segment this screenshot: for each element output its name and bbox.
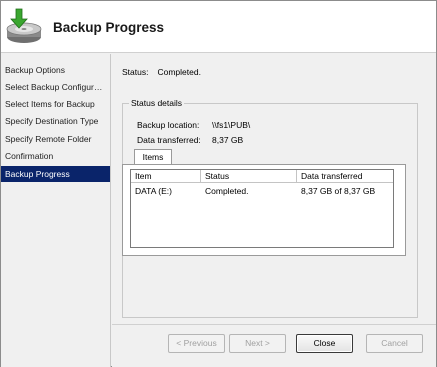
page-title: Backup Progress — [53, 20, 165, 35]
data-transferred-value: 8,37 GB — [212, 135, 244, 145]
items-table[interactable]: Item Status Data transferred DATA (E:) C… — [130, 169, 394, 248]
backup-drive-icon — [4, 7, 46, 47]
main-content: Status: Completed. Status details Backup … — [112, 54, 436, 324]
previous-button[interactable]: < Previous — [168, 334, 225, 353]
backup-location-value: \\fs1\PUB\ — [212, 120, 251, 130]
close-button[interactable]: Close — [296, 334, 353, 353]
step-select-items-for-backup[interactable]: Select Items for Backup — [1, 96, 110, 112]
cell-status: Completed. — [205, 186, 249, 196]
backup-location-label: Backup location: — [137, 120, 200, 130]
column-header-item[interactable]: Item — [131, 170, 201, 183]
status-label: Status: — [122, 67, 149, 77]
column-header-data-transferred[interactable]: Data transferred — [297, 170, 393, 183]
step-backup-progress[interactable]: Backup Progress — [1, 166, 110, 182]
cell-item: DATA (E:) — [135, 186, 172, 196]
step-select-backup-configuration[interactable]: Select Backup Configur… — [1, 79, 110, 95]
step-backup-options[interactable]: Backup Options — [1, 62, 110, 78]
tab-items[interactable]: Items — [134, 149, 172, 164]
step-specify-remote-folder[interactable]: Specify Remote Folder — [1, 131, 110, 147]
wizard-header: Backup Progress — [1, 1, 436, 53]
column-header-status[interactable]: Status — [201, 170, 297, 183]
cell-data-transferred: 8,37 GB of 8,37 GB — [301, 186, 376, 196]
status-line: Status: Completed. — [122, 67, 201, 77]
cancel-button[interactable]: Cancel — [366, 334, 423, 353]
wizard-steps-sidebar: Backup Options Select Backup Configur… S… — [1, 54, 111, 367]
data-transferred-label: Data transferred: — [137, 135, 201, 145]
wizard-footer: < Previous Next > Close Cancel — [112, 324, 436, 367]
backup-wizard-window: Backup Progress Backup Options Select Ba… — [0, 0, 437, 367]
step-specify-destination-type[interactable]: Specify Destination Type — [1, 113, 110, 129]
status-value: Completed. — [157, 67, 201, 77]
step-confirmation[interactable]: Confirmation — [1, 148, 110, 164]
status-details-legend: Status details — [129, 98, 185, 108]
next-button[interactable]: Next > — [229, 334, 286, 353]
